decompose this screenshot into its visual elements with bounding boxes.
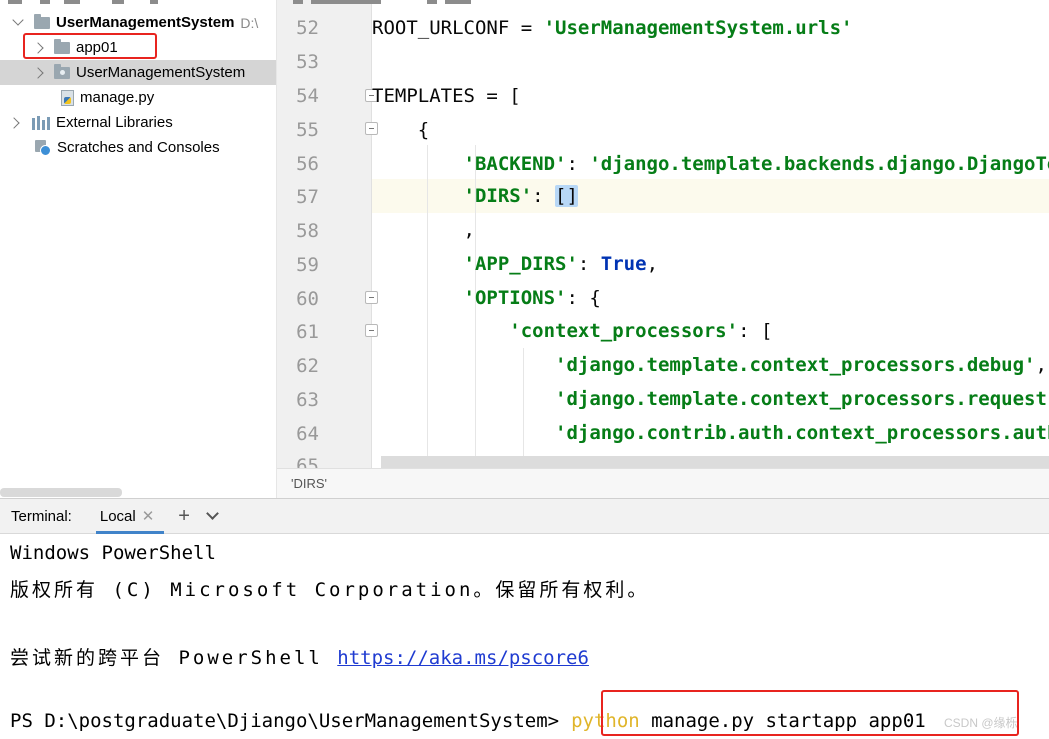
tree-item-root[interactable]: UserManagementSystem D:\: [0, 10, 276, 35]
tree-item-label: Scratches and Consoles: [57, 139, 220, 156]
bracket-highlight: []: [555, 185, 578, 207]
chevron-right-icon[interactable]: [32, 66, 44, 79]
code-string: 'APP_DIRS': [463, 253, 578, 275]
tree-item-label: app01: [76, 39, 118, 56]
code-editor[interactable]: 52 53 54 55 56 57 58 59 60 61 62 63 64 6…: [277, 0, 1049, 468]
terminal-line: 版权所有 (C) Microsoft Corporation。保留所有权利。: [10, 579, 650, 601]
project-toolbar-strip: [0, 0, 276, 5]
terminal-output[interactable]: Windows PowerShell 版权所有 (C) Microsoft Co…: [0, 534, 1049, 739]
terminal-header: Terminal: Local ✕ +: [0, 498, 1049, 534]
line-number: 53: [296, 51, 319, 73]
tree-item-usermanagementsystem[interactable]: UserManagementSystem: [0, 60, 276, 85]
editor-horizontal-scrollbar[interactable]: [381, 456, 1049, 468]
line-number: 52: [296, 17, 319, 39]
tree-item-path: D:\: [240, 14, 259, 31]
code-string: 'UserManagementSystem.urls': [543, 17, 853, 39]
command-args: manage.py startapp app01: [639, 710, 926, 732]
python-file-icon: [61, 89, 74, 106]
scratches-icon: [35, 139, 51, 156]
code-string: 'django.template.backends.django.DjangoT…: [589, 153, 1049, 175]
project-tool-window: UserManagementSystem D:\ app01 UserManag…: [0, 0, 277, 498]
code-string: 'django.template.context_processors.debu…: [555, 354, 1036, 376]
folder-icon: [34, 13, 50, 29]
chevron-right-icon[interactable]: [8, 116, 20, 129]
terminal-link[interactable]: https://aka.ms/pscore6: [337, 647, 589, 669]
line-number: 59: [296, 254, 319, 276]
folder-icon: [54, 38, 70, 54]
terminal-line: 尝试新的跨平台 PowerShell https://aka.ms/pscore…: [10, 643, 589, 670]
code-string: 'django.template.context_processors.requ…: [555, 388, 1049, 410]
tree-item-label: External Libraries: [56, 114, 173, 131]
tree-item-scratches[interactable]: Scratches and Consoles: [0, 135, 276, 160]
line-number: 65: [296, 455, 319, 468]
code-line: 'BACKEND': 'django.template.backends.dja…: [372, 147, 1049, 181]
code-line: ,: [372, 219, 475, 241]
chevron-down-icon[interactable]: [206, 507, 219, 520]
code-string: 'context_processors': [509, 320, 739, 342]
terminal-line: Windows PowerShell: [10, 542, 216, 564]
line-number: 58: [296, 220, 319, 242]
code-line-current: 'DIRS': []: [463, 185, 578, 207]
code-line: 'django.template.context_processors.debu…: [555, 354, 1047, 376]
code-line: ROOT_URLCONF = 'UserManagementSystem.url…: [372, 17, 853, 39]
tree-item-label: UserManagementSystem: [56, 14, 235, 31]
code-line: {: [372, 119, 430, 141]
code-string: 'django.contrib.auth.context_processors.…: [555, 422, 1049, 444]
line-number: 62: [296, 355, 319, 377]
tab-label: Local: [99, 507, 136, 525]
code-line: 'django.template.context_processors.requ…: [372, 382, 1049, 416]
tree-item-label: UserManagementSystem: [76, 64, 246, 81]
terminal-title: Terminal:: [11, 507, 72, 525]
editor-tab-strip: [277, 0, 1049, 5]
close-icon[interactable]: ✕: [142, 507, 155, 525]
line-number: 57: [296, 186, 319, 208]
new-terminal-button[interactable]: +: [178, 506, 190, 526]
breadcrumb-item[interactable]: 'DIRS': [291, 476, 327, 491]
breadcrumb[interactable]: 'DIRS': [277, 468, 1049, 498]
code-line: 'OPTIONS': {: [463, 287, 601, 309]
tree-item-app01[interactable]: app01: [0, 35, 276, 60]
code-line: 'context_processors': [: [509, 320, 773, 342]
watermark: CSDN @缘栎: [944, 716, 1018, 730]
code-line: 'django.contrib.auth.context_processors.…: [372, 416, 1049, 450]
line-number: 64: [296, 423, 319, 445]
terminal-text: 尝试新的跨平台 PowerShell: [10, 647, 338, 669]
code-line: 'APP_DIRS': True,: [463, 253, 659, 275]
terminal-prompt: PS D:\postgraduate\Djiango\UserManagemen…: [10, 710, 560, 732]
line-number: 63: [296, 389, 319, 411]
tree-item-external-libraries[interactable]: External Libraries: [0, 110, 276, 135]
code-line: TEMPLATES = [: [372, 85, 521, 107]
code-string: 'DIRS': [463, 185, 533, 207]
code-string: 'OPTIONS': [463, 287, 567, 309]
libraries-icon: [32, 115, 50, 130]
code-string: 'BACKEND': [463, 153, 567, 175]
tree-item-manage-py[interactable]: manage.py: [0, 85, 276, 110]
horizontal-scrollbar[interactable]: [0, 488, 122, 497]
line-number: 55: [296, 119, 319, 141]
code-keyword: True: [600, 253, 647, 275]
terminal-prompt-line: PS D:\postgraduate\Djiango\UserManagemen…: [10, 710, 926, 732]
command-keyword: python: [571, 710, 640, 732]
line-number: 56: [296, 153, 319, 175]
folder-icon: [54, 63, 70, 79]
tab-local[interactable]: Local ✕: [95, 498, 165, 534]
tree-item-label: manage.py: [80, 89, 155, 106]
chevron-right-icon[interactable]: [32, 41, 44, 54]
line-number: 61: [296, 321, 319, 343]
line-number: 54: [296, 85, 319, 107]
chevron-down-icon[interactable]: [12, 14, 24, 26]
line-number: 60: [296, 288, 319, 310]
